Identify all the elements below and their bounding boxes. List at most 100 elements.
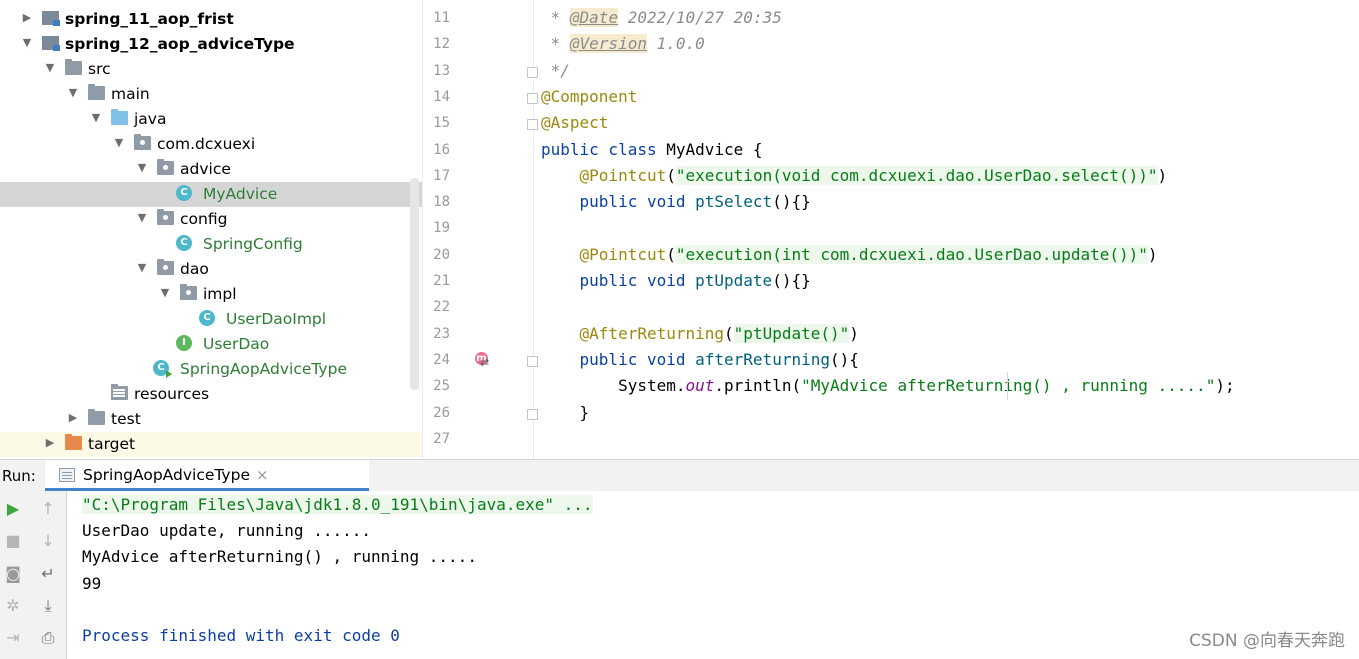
tree-node[interactable]: ▶ test — [0, 407, 422, 432]
tree-node[interactable]: ▼ config — [0, 207, 422, 232]
tree-node[interactable]: I UserDao — [0, 332, 422, 357]
tree-node[interactable]: ▼ com.dcxuexi — [0, 132, 422, 157]
resources-folder-icon — [111, 384, 128, 400]
settings-icon[interactable]: ✲ — [3, 596, 23, 616]
line-number: 25 — [433, 378, 450, 395]
fold-marker-icon[interactable] — [527, 66, 538, 78]
console-output[interactable]: "C:\Program Files\Java\jdk1.8.0_191\bin\… — [67, 491, 1359, 659]
code-line[interactable]: @Pointcut("execution(int com.dcxuexi.dao… — [541, 242, 1158, 268]
code-token: (){} — [772, 271, 811, 290]
tree-node[interactable]: C SpringConfig — [0, 232, 422, 257]
tree-node[interactable]: ▼ src — [0, 57, 422, 82]
expanded-arrow-icon[interactable]: ▼ — [112, 135, 126, 151]
tree-node[interactable]: ▼ spring_12_aop_adviceType — [0, 32, 422, 57]
up-arrow-icon[interactable]: ↑ — [38, 499, 58, 519]
code-token: "execution(void com.dcxuexi.dao.UserDao.… — [675, 165, 1158, 185]
code-line[interactable]: @AfterReturning("ptUpdate()") — [541, 321, 859, 347]
tree-node[interactable]: ▶ spring_11_aop_frist — [0, 7, 422, 32]
fold-marker-icon[interactable] — [527, 119, 538, 131]
line-number: 26 — [433, 404, 450, 421]
tree-node-label: advice — [180, 160, 231, 178]
code-token: 1.0.0 — [646, 34, 705, 54]
code-token: out — [685, 376, 715, 396]
code-line[interactable]: * @Version 1.0.0 — [541, 31, 705, 57]
code-line[interactable]: } — [541, 400, 590, 426]
stop-icon[interactable]: ■ — [3, 531, 23, 551]
tree-node[interactable]: ▼ dao — [0, 257, 422, 282]
collapsed-arrow-icon[interactable]: ▶ — [20, 10, 34, 26]
fold-marker-icon[interactable] — [527, 92, 538, 104]
folder-icon — [65, 59, 82, 75]
tree-node[interactable]: resources — [0, 382, 422, 407]
expanded-arrow-icon[interactable]: ▼ — [135, 210, 149, 226]
code-editor[interactable]: m ⇄ 11 12 13 14 15 16 17 18 19 20 21 22 23 24 25 26 27 * … — [422, 0, 1359, 459]
expanded-arrow-icon[interactable]: ▼ — [135, 260, 149, 276]
code-line[interactable]: public void ptUpdate(){} — [541, 268, 811, 294]
watermark: CSDN @向春天奔跑 — [1189, 631, 1345, 651]
soft-wrap-icon[interactable]: ↵ — [38, 564, 58, 584]
code-line[interactable]: public void afterReturning(){ — [541, 347, 859, 373]
expanded-arrow-icon[interactable]: ▼ — [135, 160, 149, 176]
tree-node[interactable]: C SpringAopAdviceType — [0, 357, 422, 382]
code-token: ( — [666, 244, 676, 264]
tree-node[interactable]: C UserDaoImpl — [0, 307, 422, 332]
print-icon[interactable]: ⎙ — [38, 628, 58, 648]
console-text: UserDao update, running ...... — [82, 521, 371, 541]
expanded-arrow-icon[interactable]: ▼ — [66, 85, 80, 101]
code-token: ) — [849, 323, 859, 343]
code-token: @Pointcut — [579, 165, 667, 185]
class-icon: C — [153, 360, 172, 378]
expanded-arrow-icon[interactable]: ▼ — [158, 285, 172, 301]
collapsed-arrow-icon[interactable]: ▶ — [43, 435, 57, 451]
run-tab[interactable]: SpringAopAdviceType × — [45, 460, 369, 491]
console-line: UserDao update, running ...... — [82, 518, 371, 544]
tree-node[interactable]: ▼ advice — [0, 157, 422, 182]
code-line[interactable]: System.out.println("MyAdvice afterReturn… — [541, 373, 1235, 399]
tree-node[interactable]: ▼ java — [0, 107, 422, 132]
camera-icon[interactable]: ◙ — [3, 564, 23, 584]
tree-node-label: target — [88, 435, 136, 453]
indent-guide — [1007, 372, 1008, 400]
class-icon: C — [176, 185, 192, 201]
fold-marker-icon[interactable] — [527, 355, 538, 367]
tree-node[interactable]: ▼ impl — [0, 282, 422, 307]
scroll-to-end-icon[interactable]: ⤓ — [38, 596, 58, 616]
code-line[interactable]: */ — [541, 58, 570, 84]
code-line[interactable]: * @Date 2022/10/27 20:35 — [541, 5, 782, 31]
code-line[interactable]: @Pointcut("execution(void com.dcxuexi.da… — [541, 163, 1167, 189]
line-number: 18 — [433, 194, 450, 211]
tree-node[interactable]: C MyAdvice — [0, 182, 422, 207]
expanded-arrow-icon[interactable]: ▼ — [20, 35, 34, 51]
package-icon — [134, 134, 151, 150]
tree-node-label: dao — [180, 260, 209, 278]
package-icon — [157, 159, 174, 175]
tree-node-label: spring_11_aop_frist — [65, 10, 234, 28]
code-line[interactable]: public class MyAdvice { — [541, 137, 763, 163]
tree-scrollbar[interactable] — [410, 178, 419, 390]
expanded-arrow-icon[interactable]: ▼ — [89, 110, 103, 126]
interface-icon: I — [176, 335, 192, 351]
tree-node-label: com.dcxuexi — [157, 135, 256, 153]
code-line[interactable]: @Aspect — [541, 110, 608, 136]
exit-icon[interactable]: ⇥ — [3, 628, 23, 648]
close-icon[interactable]: × — [256, 466, 269, 484]
down-arrow-icon[interactable]: ↓ — [38, 531, 58, 551]
collapsed-arrow-icon[interactable]: ▶ — [66, 410, 80, 426]
folder-icon — [88, 409, 105, 425]
rerun-icon[interactable]: ▶ — [3, 499, 23, 519]
expanded-arrow-icon[interactable]: ▼ — [43, 60, 57, 76]
run-tab-label: SpringAopAdviceType — [83, 466, 250, 484]
console-text: 99 — [82, 573, 102, 593]
code-token: MyAdvice { — [666, 139, 763, 159]
code-token: "MyAdvice afterReturning() , running ...… — [801, 376, 1216, 396]
tree-node[interactable]: ▼ main — [0, 82, 422, 107]
project-tree-panel: ▶ spring_11_aop_frist ▼ spring_12_aop_advic… — [0, 0, 422, 459]
method-override-icon[interactable]: m ⇄ — [475, 352, 493, 368]
tree-node[interactable]: ▶ target — [0, 432, 422, 457]
code-line[interactable]: public void ptSelect(){} — [541, 189, 811, 215]
fold-marker-icon[interactable] — [527, 408, 538, 420]
code-token: @AfterReturning — [579, 323, 725, 343]
code-line[interactable]: @Component — [541, 84, 637, 110]
